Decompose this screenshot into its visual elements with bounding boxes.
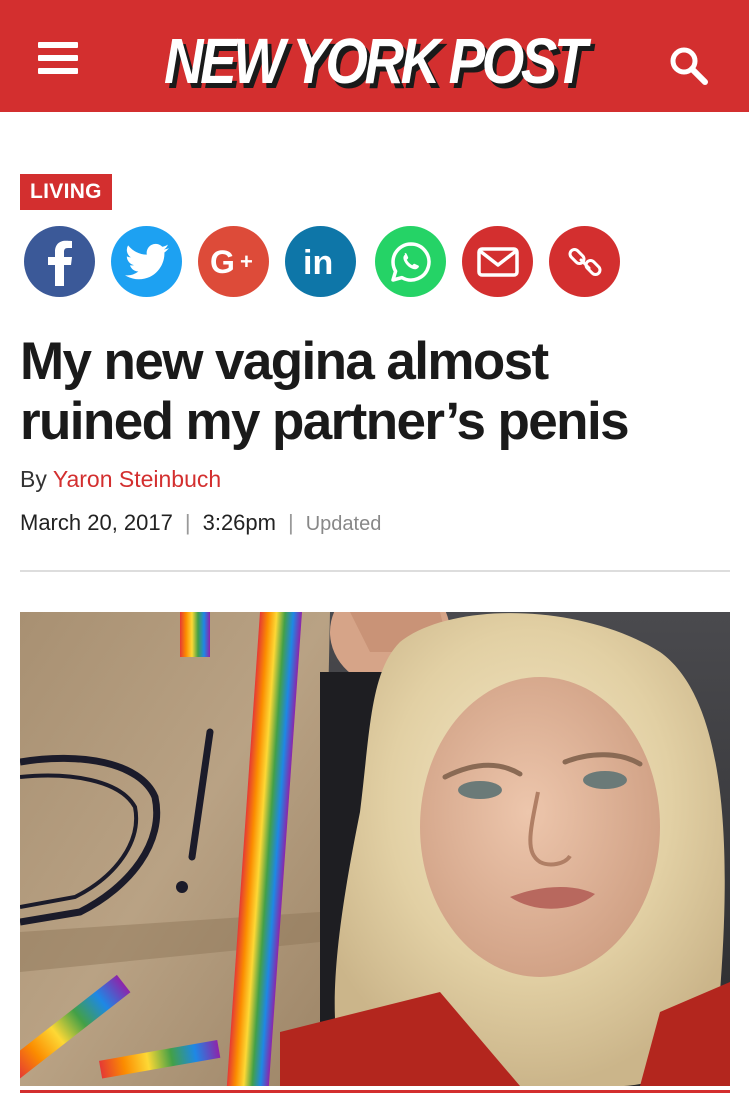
google-plus-icon: G + bbox=[210, 244, 253, 280]
publish-date: March 20, 2017 bbox=[20, 510, 173, 535]
site-logo[interactable]: NEW YORK POST NEW YORK POST bbox=[158, 22, 600, 102]
bottom-divider bbox=[20, 1090, 730, 1093]
article-headline: My new vagina almost ruined my partner’s… bbox=[20, 332, 730, 452]
whatsapp-share-button[interactable] bbox=[375, 226, 446, 297]
search-icon[interactable] bbox=[667, 44, 711, 88]
dateline: March 20, 2017 | 3:26pm | Updated bbox=[20, 510, 381, 536]
publish-time: 3:26pm bbox=[202, 510, 276, 535]
section-tag-living[interactable]: LIVING bbox=[20, 174, 112, 210]
email-share-button[interactable] bbox=[462, 226, 533, 297]
copy-link-share-button[interactable] bbox=[549, 226, 620, 297]
twitter-share-button[interactable] bbox=[111, 226, 182, 297]
headline-line-1: My new vagina almost bbox=[20, 332, 549, 391]
time-separator: | bbox=[287, 510, 294, 535]
divider bbox=[20, 570, 730, 572]
linkedin-icon: in bbox=[303, 244, 333, 280]
facebook-share-button[interactable] bbox=[24, 226, 95, 297]
top-bar: NEW YORK POST NEW YORK POST bbox=[0, 0, 749, 112]
date-separator: | bbox=[184, 510, 191, 535]
byline: By Yaron Steinbuch bbox=[20, 466, 221, 493]
hamburger-menu-icon[interactable] bbox=[38, 42, 80, 74]
facebook-icon bbox=[47, 240, 72, 286]
twitter-icon bbox=[124, 243, 169, 279]
svg-text:+: + bbox=[240, 249, 253, 274]
email-icon bbox=[476, 246, 519, 277]
google-plus-share-button[interactable]: G + bbox=[198, 226, 269, 297]
svg-text:G: G bbox=[210, 244, 235, 280]
share-buttons: G + in bbox=[24, 226, 624, 298]
article-photo[interactable] bbox=[20, 612, 730, 1086]
whatsapp-icon bbox=[390, 241, 431, 282]
link-icon bbox=[568, 247, 601, 276]
svg-text:NEW YORK POST: NEW YORK POST bbox=[164, 25, 592, 97]
headline-line-2: ruined my partner’s penis bbox=[20, 392, 630, 451]
byline-prefix: By bbox=[20, 466, 47, 492]
author-link[interactable]: Yaron Steinbuch bbox=[53, 466, 221, 492]
updated-label: Updated bbox=[305, 513, 382, 535]
svg-text:in: in bbox=[303, 244, 333, 280]
linkedin-share-button[interactable]: in bbox=[285, 226, 356, 297]
